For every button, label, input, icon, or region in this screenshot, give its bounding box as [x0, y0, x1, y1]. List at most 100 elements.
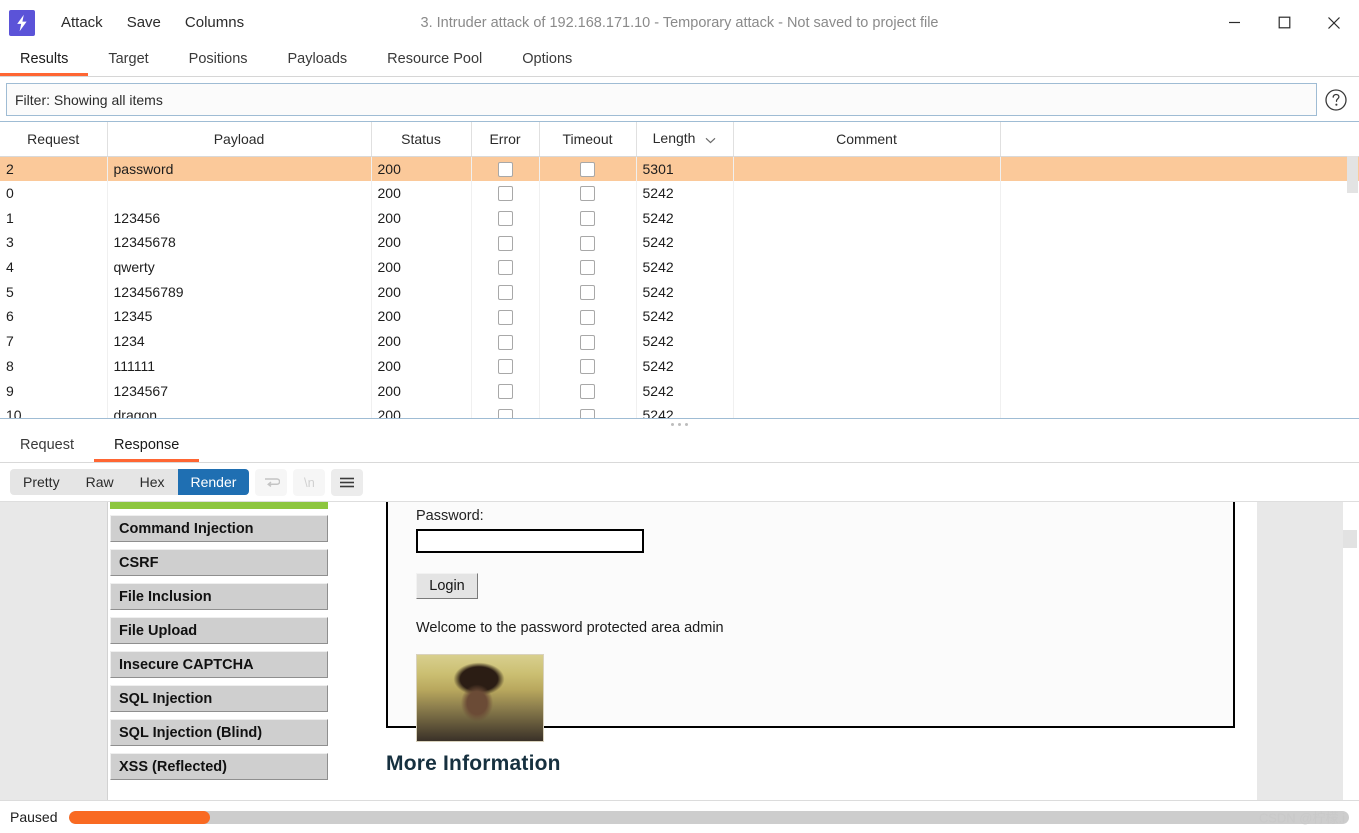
column-header-length[interactable]: Length	[636, 122, 734, 157]
cell-comment[interactable]	[733, 180, 1001, 206]
table-row[interactable]: 3 12345678 200 5242	[0, 230, 1359, 255]
table-row[interactable]: 9 1234567 200 5242	[0, 378, 1359, 403]
error-checkbox[interactable]	[497, 211, 513, 227]
timeout-checkbox[interactable]	[580, 383, 595, 399]
menu-attack[interactable]: Attack	[49, 10, 115, 35]
dvwa-nav-csrf[interactable]: CSRF	[110, 549, 328, 576]
table-row[interactable]: 0 200 5242	[0, 180, 1359, 206]
column-header-error[interactable]: Error	[471, 122, 540, 157]
column-header-comment[interactable]: Comment	[733, 122, 1001, 157]
close-button[interactable]	[1309, 0, 1359, 45]
show-newlines-icon[interactable]: \n	[293, 468, 326, 496]
tab-target[interactable]: Target	[88, 45, 168, 76]
cell-comment[interactable]	[733, 353, 1001, 379]
results-vertical-scrollbar[interactable]	[1347, 156, 1358, 418]
cell-error	[471, 279, 540, 305]
cell-timeout	[539, 378, 637, 403]
table-row[interactable]: 5 123456789 200 5242	[0, 279, 1359, 305]
timeout-checkbox[interactable]	[580, 285, 595, 301]
timeout-checkbox[interactable]	[580, 260, 595, 276]
menu-save[interactable]: Save	[115, 10, 173, 35]
view-mode-hex[interactable]: Hex	[127, 469, 178, 495]
dvwa-nav-command-injection[interactable]: Command Injection	[110, 515, 328, 542]
dvwa-nav-file-inclusion[interactable]: File Inclusion	[110, 583, 328, 610]
results-scrollbar-thumb[interactable]	[1347, 156, 1358, 193]
filter-bar-container: Filter: Showing all items	[0, 77, 1359, 121]
render-scrollbar-thumb[interactable]	[1343, 530, 1357, 548]
attack-results-body: 2 password 200 5301 0 200 5242 1 123456 …	[0, 156, 1359, 418]
table-row[interactable]: 6 12345 200 5242	[0, 304, 1359, 329]
password-input[interactable]	[416, 529, 644, 553]
cell-comment[interactable]	[733, 304, 1001, 329]
timeout-checkbox[interactable]	[580, 186, 595, 202]
cell-comment[interactable]	[733, 378, 1001, 403]
cell-comment[interactable]	[733, 230, 1001, 255]
panel-splitter-handle[interactable]	[0, 419, 1359, 430]
column-header-request[interactable]: Request	[0, 122, 108, 157]
dvwa-nav-xss-reflected[interactable]: XSS (Reflected)	[110, 753, 328, 780]
filter-bar[interactable]: Filter: Showing all items	[6, 83, 1317, 116]
error-checkbox[interactable]	[497, 383, 513, 399]
tab-request[interactable]: Request	[0, 430, 94, 462]
table-row[interactable]: 8 111111 200 5242	[0, 353, 1359, 379]
column-header-status[interactable]: Status	[371, 122, 472, 157]
view-mode-raw[interactable]: Raw	[73, 469, 127, 495]
cell-timeout	[539, 279, 637, 305]
tab-resource-pool[interactable]: Resource Pool	[367, 45, 502, 76]
view-mode-pretty[interactable]: Pretty	[10, 469, 73, 495]
table-row[interactable]: 10 dragon 200 5242	[0, 402, 1359, 418]
cell-comment[interactable]	[733, 254, 1001, 280]
dvwa-nav-insecure-captcha[interactable]: Insecure CAPTCHA	[110, 651, 328, 678]
cell-status: 200	[371, 353, 472, 379]
column-header-payload[interactable]: Payload	[107, 122, 372, 157]
cell-comment[interactable]	[733, 205, 1001, 231]
timeout-checkbox[interactable]	[580, 359, 595, 375]
error-checkbox[interactable]	[497, 359, 513, 375]
tab-payloads[interactable]: Payloads	[268, 45, 368, 76]
table-row[interactable]: 2 password 200 5301	[0, 156, 1359, 181]
timeout-checkbox[interactable]	[580, 211, 595, 227]
menu-columns[interactable]: Columns	[173, 10, 256, 35]
cell-comment[interactable]	[733, 156, 1001, 181]
table-header-row: Request Payload Status Error Timeout Len…	[0, 122, 1359, 157]
error-checkbox[interactable]	[497, 334, 513, 350]
hamburger-menu-icon[interactable]	[331, 468, 364, 496]
timeout-checkbox[interactable]	[580, 235, 595, 251]
error-checkbox[interactable]	[497, 285, 513, 301]
dvwa-nav-sql-injection-blind[interactable]: SQL Injection (Blind)	[110, 719, 328, 746]
maximize-button[interactable]	[1259, 0, 1309, 45]
tab-options[interactable]: Options	[502, 45, 592, 76]
title-bar: Attack Save Columns 3. Intruder attack o…	[0, 0, 1359, 45]
error-checkbox[interactable]	[497, 309, 513, 325]
table-row[interactable]: 1 123456 200 5242	[0, 205, 1359, 231]
dvwa-nav-file-upload[interactable]: File Upload	[110, 617, 328, 644]
error-checkbox[interactable]	[497, 186, 513, 202]
timeout-checkbox[interactable]	[580, 309, 595, 325]
tab-results[interactable]: Results	[0, 45, 89, 76]
tab-response[interactable]: Response	[94, 430, 200, 462]
burp-suite-logo-icon	[9, 9, 35, 36]
cell-status: 200	[371, 402, 472, 418]
error-checkbox[interactable]	[497, 260, 513, 276]
table-row[interactable]: 7 1234 200 5242	[0, 328, 1359, 354]
error-checkbox[interactable]	[497, 235, 513, 251]
timeout-checkbox[interactable]	[580, 334, 595, 350]
error-checkbox[interactable]	[497, 161, 513, 177]
tab-positions[interactable]: Positions	[169, 45, 268, 76]
error-checkbox[interactable]	[497, 408, 513, 418]
cell-comment[interactable]	[733, 402, 1001, 418]
cell-length: 5242	[636, 279, 734, 305]
question-mark-icon[interactable]	[1323, 87, 1349, 113]
view-mode-render[interactable]: Render	[177, 469, 250, 495]
dvwa-nav-sql-injection[interactable]: SQL Injection	[110, 685, 328, 712]
timeout-checkbox[interactable]	[580, 161, 595, 177]
cell-comment[interactable]	[733, 328, 1001, 354]
timeout-checkbox[interactable]	[580, 408, 595, 418]
minimize-button[interactable]	[1209, 0, 1259, 45]
column-header-timeout[interactable]: Timeout	[539, 122, 637, 157]
login-button[interactable]: Login	[416, 573, 478, 599]
word-wrap-icon[interactable]	[255, 468, 288, 496]
table-row[interactable]: 4 qwerty 200 5242	[0, 254, 1359, 280]
render-vertical-scrollbar[interactable]	[1343, 502, 1359, 800]
cell-comment[interactable]	[733, 279, 1001, 305]
